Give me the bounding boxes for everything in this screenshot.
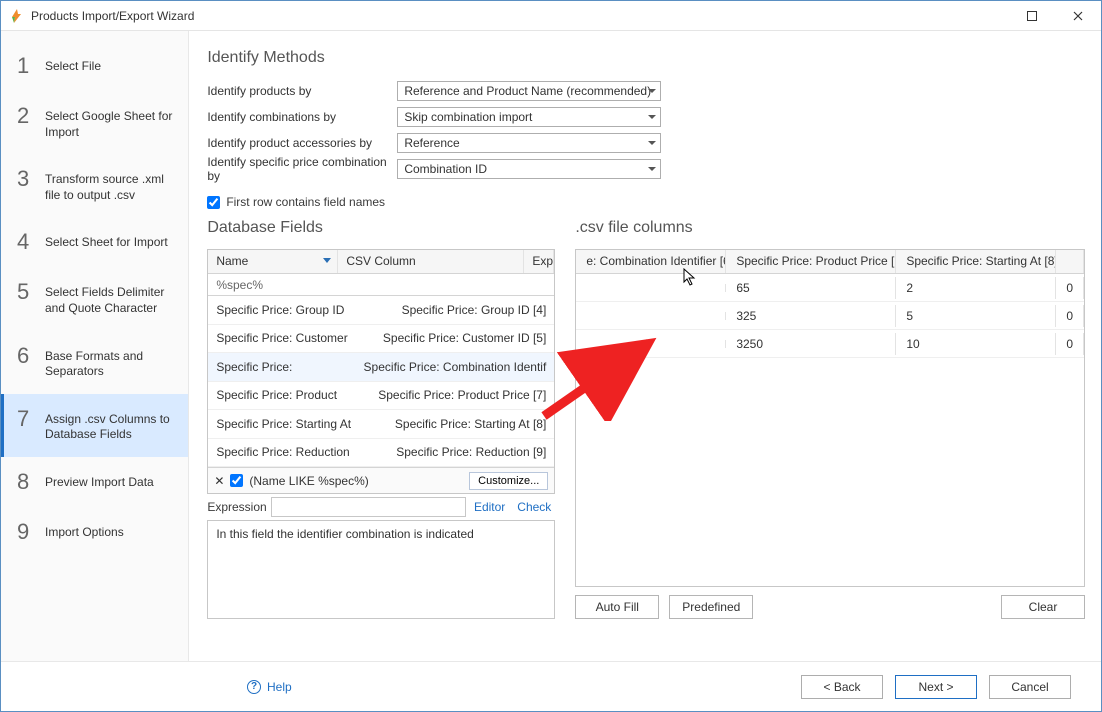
main-panel: Identify Methods Identify products by Re… xyxy=(189,31,1101,661)
identify-specific-price-label: Identify specific price combination by xyxy=(207,155,397,183)
step-transform-xml[interactable]: 3 Transform source .xml file to output .… xyxy=(1,154,188,217)
table-row[interactable]: Specific Price: Specific Price: Combinat… xyxy=(208,353,554,382)
db-fields-grid[interactable]: Name CSV Column Exp Specific Price: Grou… xyxy=(207,249,555,494)
table-row[interactable]: Specific Price: Customer Specific Price:… xyxy=(208,325,554,354)
step-assign-columns[interactable]: 7 Assign .csv Columns to Database Fields xyxy=(1,394,188,457)
table-row[interactable]: Specific Price: Reduction Specific Price… xyxy=(208,439,554,468)
help-link[interactable]: ? Help xyxy=(247,680,292,694)
back-button[interactable]: < Back xyxy=(801,675,883,699)
expression-editor-link[interactable]: Editor xyxy=(470,500,509,514)
csv-preview-grid[interactable]: e: Combination Identifier [6] Specific P… xyxy=(575,249,1085,587)
step-select-google-sheet[interactable]: 2 Select Google Sheet for Import xyxy=(1,91,188,154)
first-row-headers-checkbox[interactable] xyxy=(207,196,220,209)
filter-row[interactable] xyxy=(208,274,554,296)
app-icon xyxy=(9,8,25,24)
wizard-steps-sidebar: 1 Select File 2 Select Google Sheet for … xyxy=(1,31,189,661)
filter-input[interactable] xyxy=(208,274,554,295)
predefined-button[interactable]: Predefined xyxy=(669,595,753,619)
step-base-formats[interactable]: 6 Base Formats and Separators xyxy=(1,331,188,394)
table-row[interactable]: Specific Price: Group ID Specific Price:… xyxy=(208,296,554,325)
chevron-down-icon xyxy=(648,141,656,145)
identify-products-select[interactable]: Reference and Product Name (recommended) xyxy=(397,81,661,101)
table-row[interactable]: Specific Price: Starting At Specific Pri… xyxy=(208,410,554,439)
filter-summary-text: (Name LIKE %spec%) xyxy=(249,474,368,488)
step-preview-data[interactable]: 8 Preview Import Data xyxy=(1,457,188,507)
window-close-button[interactable] xyxy=(1055,1,1101,31)
close-filter-icon[interactable]: ✕ xyxy=(214,474,224,488)
identify-combinations-label: Identify combinations by xyxy=(207,110,397,124)
clear-button[interactable]: Clear xyxy=(1001,595,1085,619)
col-expr-header[interactable]: Exp xyxy=(524,250,554,273)
identify-specific-price-select[interactable]: Combination ID xyxy=(397,159,661,179)
csv-row[interactable]: 325 5 0 xyxy=(576,302,1084,330)
window-title: Products Import/Export Wizard xyxy=(31,9,194,23)
auto-fill-button[interactable]: Auto Fill xyxy=(575,595,659,619)
next-button[interactable]: Next > xyxy=(895,675,977,699)
expression-input[interactable] xyxy=(271,497,466,517)
identify-combinations-select[interactable]: Skip combination import xyxy=(397,107,661,127)
identify-accessories-select[interactable]: Reference xyxy=(397,133,661,153)
csv-columns-heading: .csv file columns xyxy=(575,219,1085,243)
field-hint-box: In this field the identifier combination… xyxy=(207,520,555,619)
cancel-button[interactable]: Cancel xyxy=(989,675,1071,699)
window-maximize-button[interactable] xyxy=(1009,1,1055,31)
csv-row[interactable]: 3250 10 0 xyxy=(576,330,1084,358)
chevron-down-icon xyxy=(648,115,656,119)
chevron-down-icon xyxy=(648,167,656,171)
csv-col-header[interactable]: Specific Price: Product Price [7] xyxy=(726,250,896,273)
expression-check-link[interactable]: Check xyxy=(513,500,555,514)
customize-filter-button[interactable]: Customize... xyxy=(469,472,548,490)
table-row[interactable]: Specific Price: Product Specific Price: … xyxy=(208,382,554,411)
identify-methods-heading: Identify Methods xyxy=(207,49,1085,67)
window-titlebar[interactable]: Products Import/Export Wizard xyxy=(1,1,1101,31)
filter-enabled-checkbox[interactable] xyxy=(230,474,243,487)
expression-label: Expression xyxy=(207,500,266,514)
identify-accessories-label: Identify product accessories by xyxy=(207,136,397,150)
database-fields-heading: Database Fields xyxy=(207,219,555,243)
col-csv-header[interactable]: CSV Column xyxy=(338,250,524,273)
identify-products-label: Identify products by xyxy=(207,84,397,98)
chevron-down-icon xyxy=(648,89,656,93)
help-icon: ? xyxy=(247,680,261,694)
step-import-options[interactable]: 9 Import Options xyxy=(1,507,188,557)
csv-row[interactable]: 65 2 0 xyxy=(576,274,1084,302)
col-name-header[interactable]: Name xyxy=(208,250,338,273)
wizard-footer: ? Help < Back Next > Cancel xyxy=(1,661,1101,711)
step-select-sheet[interactable]: 4 Select Sheet for Import xyxy=(1,217,188,267)
first-row-headers-label: First row contains field names xyxy=(226,195,385,209)
csv-col-header[interactable]: e: Combination Identifier [6] xyxy=(576,250,726,273)
csv-col-header[interactable]: Specific Price: Starting At [8] xyxy=(896,250,1056,273)
step-delimiter-quote[interactable]: 5 Select Fields Delimiter and Quote Char… xyxy=(1,267,188,330)
step-select-file[interactable]: 1 Select File xyxy=(1,41,188,91)
csv-col-header[interactable] xyxy=(1056,250,1084,273)
